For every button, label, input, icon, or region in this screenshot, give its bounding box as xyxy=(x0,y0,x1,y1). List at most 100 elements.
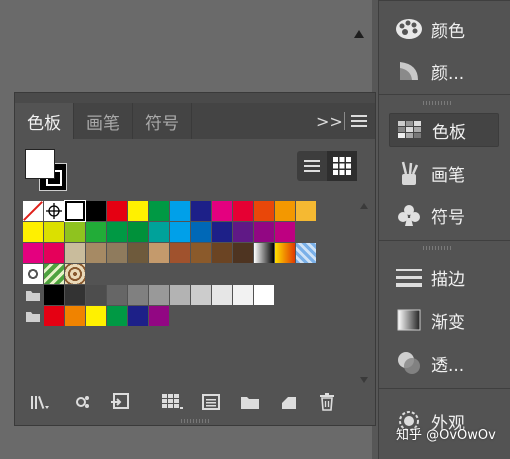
fill-stroke-widget[interactable] xyxy=(25,149,69,193)
color-swatch[interactable] xyxy=(23,243,43,263)
dock-item-color[interactable]: 颜色 xyxy=(389,12,499,46)
hamburger-menu-icon[interactable] xyxy=(351,115,367,127)
pattern-swatch[interactable] xyxy=(44,264,64,284)
dock-item-brushes[interactable]: 画笔 xyxy=(389,156,499,190)
color-swatch[interactable] xyxy=(191,243,211,263)
color-swatch[interactable] xyxy=(107,222,127,242)
place-swatch-library-icon[interactable] xyxy=(109,390,131,414)
dock-grip[interactable] xyxy=(423,246,453,250)
color-swatch[interactable] xyxy=(128,285,148,305)
fill-swatch[interactable] xyxy=(25,149,55,179)
scroll-down-icon[interactable] xyxy=(359,375,369,385)
folder-icon[interactable] xyxy=(23,285,43,305)
color-swatch[interactable] xyxy=(170,285,190,305)
color-swatch[interactable] xyxy=(107,201,127,221)
color-swatch[interactable] xyxy=(212,285,232,305)
list-view-icon[interactable] xyxy=(297,151,327,181)
color-swatch[interactable] xyxy=(275,222,295,242)
color-swatch[interactable] xyxy=(191,285,211,305)
delete-icon[interactable] xyxy=(317,390,337,414)
gradient-swatch[interactable] xyxy=(254,243,274,263)
color-swatch[interactable] xyxy=(170,243,190,263)
color-swatch[interactable] xyxy=(212,222,232,242)
color-swatch[interactable] xyxy=(128,201,148,221)
dock-grip[interactable] xyxy=(423,101,453,105)
color-swatch[interactable] xyxy=(149,285,169,305)
pattern-swatch[interactable] xyxy=(65,264,85,284)
tab-symbols[interactable]: 符号 xyxy=(133,103,192,139)
color-swatch[interactable] xyxy=(149,201,169,221)
color-palette-icon xyxy=(393,14,425,44)
panel-drag-bar[interactable] xyxy=(15,93,375,103)
color-swatch[interactable] xyxy=(149,222,169,242)
color-swatch[interactable] xyxy=(107,306,127,326)
color-swatch[interactable] xyxy=(212,201,232,221)
swatches-panel: 色板 画笔 符号 >> xyxy=(14,92,376,426)
none-swatch[interactable] xyxy=(23,201,43,221)
color-swatch[interactable] xyxy=(254,222,274,242)
color-swatch[interactable] xyxy=(170,222,190,242)
library-icon[interactable] xyxy=(29,390,51,414)
color-swatch[interactable] xyxy=(170,201,190,221)
color-swatch[interactable] xyxy=(44,306,64,326)
gradient-swatch[interactable] xyxy=(275,243,295,263)
color-swatch[interactable] xyxy=(107,285,127,305)
panel-resize-grip[interactable] xyxy=(181,419,211,423)
swatches-grid-icon xyxy=(394,115,426,145)
white-swatch-selected[interactable] xyxy=(64,200,86,222)
color-swatch[interactable] xyxy=(191,222,211,242)
dock-item-transparency[interactable]: 透... xyxy=(389,346,499,380)
color-swatch[interactable] xyxy=(86,243,106,263)
color-swatch[interactable] xyxy=(128,306,148,326)
color-swatch[interactable] xyxy=(212,243,232,263)
dock-item-gradient[interactable]: 渐变 xyxy=(389,303,499,337)
color-swatch[interactable] xyxy=(86,201,106,221)
triangle-up-icon[interactable] xyxy=(352,27,366,41)
show-swatch-kinds-icon[interactable] xyxy=(73,390,93,414)
new-swatch-icon[interactable] xyxy=(279,390,299,414)
folder-icon[interactable] xyxy=(239,390,261,414)
color-swatch[interactable] xyxy=(128,222,148,242)
pattern-swatch[interactable] xyxy=(296,243,316,263)
color-swatch[interactable] xyxy=(86,285,106,305)
swatch-options-icon[interactable] xyxy=(161,390,185,414)
pattern-swatch[interactable] xyxy=(23,264,43,284)
color-swatch[interactable] xyxy=(107,243,127,263)
color-swatch[interactable] xyxy=(44,243,64,263)
color-swatch[interactable] xyxy=(233,201,253,221)
grid-view-icon[interactable] xyxy=(327,151,357,181)
color-swatch[interactable] xyxy=(254,285,274,305)
color-swatch[interactable] xyxy=(275,201,295,221)
dock-item-stroke[interactable]: 描边 xyxy=(389,260,499,294)
color-swatch[interactable] xyxy=(65,306,85,326)
tab-swatches[interactable]: 色板 xyxy=(15,103,74,139)
registration-swatch[interactable] xyxy=(44,201,64,221)
color-swatch[interactable] xyxy=(65,243,85,263)
expand-panels-icon[interactable]: >> xyxy=(316,112,343,131)
color-swatch[interactable] xyxy=(86,222,106,242)
divider xyxy=(344,112,345,130)
scroll-up-icon[interactable] xyxy=(359,201,369,211)
color-swatch[interactable] xyxy=(233,222,253,242)
color-swatch[interactable] xyxy=(233,243,253,263)
color-swatch[interactable] xyxy=(191,201,211,221)
color-swatch[interactable] xyxy=(44,222,64,242)
color-swatch[interactable] xyxy=(65,222,85,242)
color-swatch[interactable] xyxy=(44,285,64,305)
tab-brushes[interactable]: 画笔 xyxy=(74,103,133,139)
color-swatch[interactable] xyxy=(128,243,148,263)
color-swatch[interactable] xyxy=(149,243,169,263)
panel-scrollbar[interactable] xyxy=(359,201,369,385)
color-swatch[interactable] xyxy=(296,201,316,221)
color-swatch[interactable] xyxy=(65,285,85,305)
color-swatch[interactable] xyxy=(254,201,274,221)
color-swatch[interactable] xyxy=(23,222,43,242)
folder-icon[interactable] xyxy=(23,306,43,326)
new-color-group-icon[interactable] xyxy=(201,390,221,414)
dock-item-swatches[interactable]: 色板 xyxy=(389,113,499,147)
color-swatch[interactable] xyxy=(149,306,169,326)
dock-item-symbols[interactable]: 符号 xyxy=(389,198,499,232)
color-swatch[interactable] xyxy=(233,285,253,305)
dock-item-color-guide[interactable]: 颜... xyxy=(389,54,499,88)
color-swatch[interactable] xyxy=(86,306,106,326)
